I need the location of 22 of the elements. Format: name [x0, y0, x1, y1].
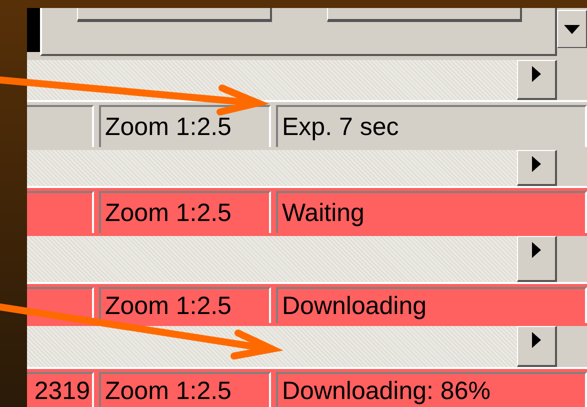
status-cell: 2319	[27, 372, 94, 407]
panel-button[interactable]	[77, 8, 272, 22]
right-arrow-icon	[532, 156, 541, 172]
status-cell: Exp. 7 sec	[276, 105, 587, 147]
dropdown-button[interactable]	[557, 10, 587, 48]
scroll-right-button[interactable]	[517, 150, 557, 186]
zoom-cell: Zoom 1:2.5	[99, 191, 271, 233]
right-arrow-icon	[532, 242, 541, 258]
zoom-cell: Zoom 1:2.5	[99, 105, 271, 147]
zoom-cell: Zoom 1:2.5	[99, 287, 271, 323]
scroll-right-button[interactable]	[517, 326, 557, 367]
right-arrow-icon	[532, 66, 541, 82]
status-cell: Waiting	[276, 191, 587, 233]
status-cell: Downloading: 86%	[276, 372, 587, 407]
scroll-right-button[interactable]	[517, 236, 557, 282]
scroll-right-button[interactable]	[517, 60, 557, 100]
dropdown-arrow-icon	[564, 24, 580, 34]
status-cell: Downloading	[276, 287, 587, 323]
window-edge	[27, 8, 40, 52]
zoom-cell: Zoom 1:2.5	[99, 372, 271, 407]
right-arrow-icon	[532, 332, 541, 348]
panel-button[interactable]	[327, 8, 522, 22]
